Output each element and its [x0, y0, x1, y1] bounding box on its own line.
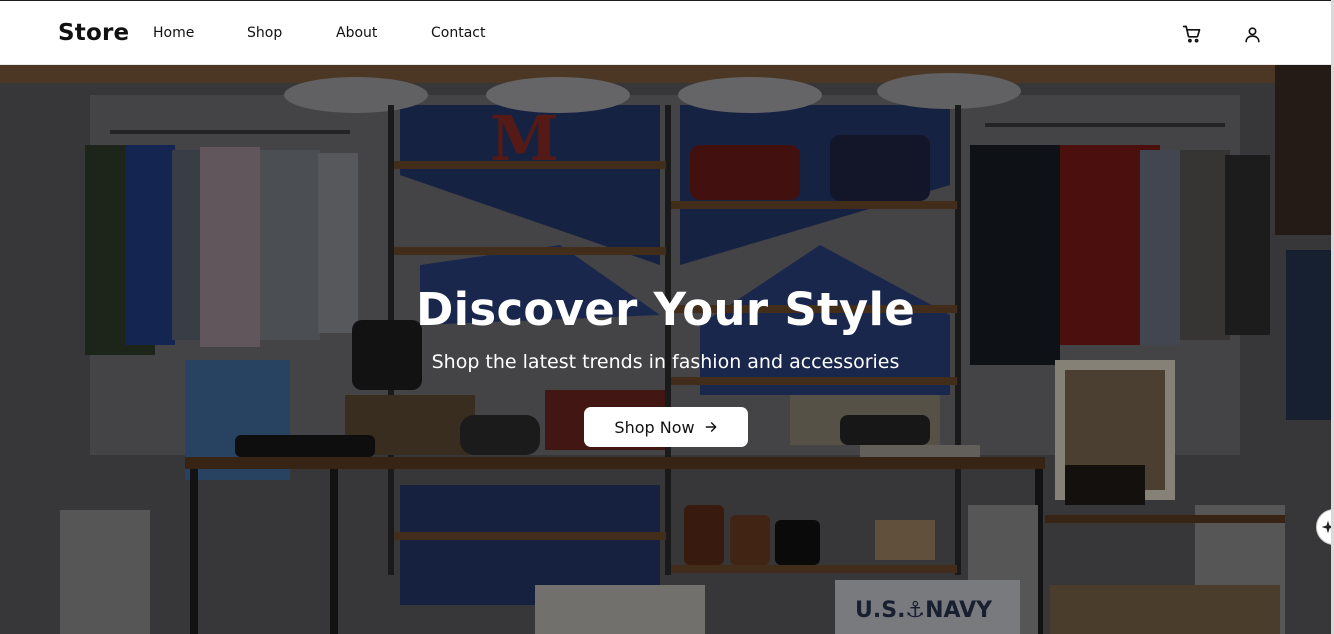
arrow-right-icon: [704, 420, 718, 434]
nav-link-home[interactable]: Home: [153, 25, 194, 41]
cart-button[interactable]: [1181, 23, 1203, 45]
nav-link-contact[interactable]: Contact: [431, 25, 485, 41]
nav-link-about[interactable]: About: [336, 25, 377, 41]
user-account-button[interactable]: [1241, 23, 1263, 45]
hero-title: Discover Your Style: [415, 283, 916, 336]
navbar: Store Home Shop About Contact: [0, 1, 1331, 65]
brand-logo[interactable]: Store: [58, 20, 129, 46]
hero-banner: M U.S.⚓NAVY Discover Your Style Shop the…: [0, 65, 1331, 634]
nav-link-shop[interactable]: Shop: [247, 25, 282, 41]
user-icon: [1244, 26, 1260, 42]
shop-now-label: Shop Now: [614, 417, 695, 437]
cart-icon: [1182, 25, 1201, 43]
shop-now-button[interactable]: Shop Now: [584, 407, 748, 447]
hero-overlay: [0, 65, 1331, 634]
hero-subtitle: Shop the latest trends in fashion and ac…: [431, 351, 900, 373]
